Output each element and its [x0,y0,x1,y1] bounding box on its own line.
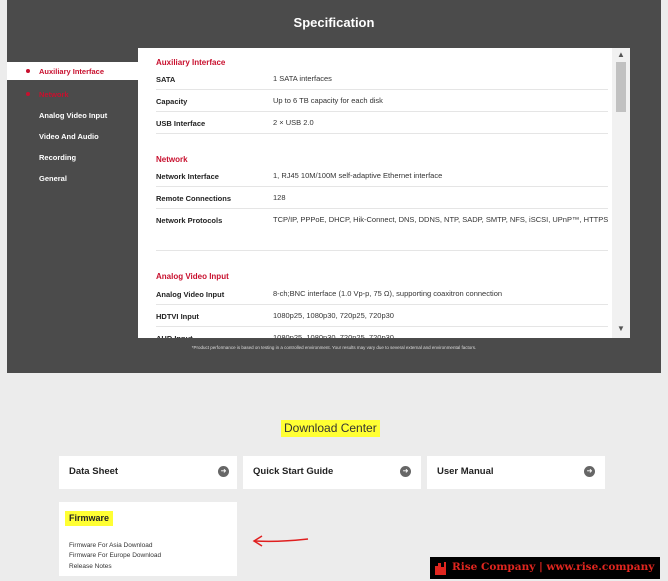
scrollbar-thumb[interactable] [616,62,626,112]
spec-value: 1, RJ45 10M/100M self-adaptive Ethernet … [273,171,443,180]
rise-company-watermark: Rise Company | www.rise.company [430,557,660,579]
spec-row-remote-connections: Remote Connections 128 [156,187,608,209]
rise-company-logo-icon [435,562,446,575]
spec-value: 8-ch;BNC interface (1.0 Vp-p, 75 Ω), sup… [273,289,503,298]
spec-row-usb-interface: USB Interface 2 × USB 2.0 [156,112,608,134]
card-label: Data Sheet [69,466,119,477]
spec-value: 1080p25, 1080p30, 720p25, 720p30 [273,333,394,338]
annotation-arrow-icon [252,535,309,547]
nav-item-general[interactable]: General [7,169,138,187]
nav-item-label: Auxiliary Interface [39,67,105,76]
spec-value: 1 SATA interfaces [273,74,332,83]
data-sheet-card[interactable]: Data Sheet ➜ [59,456,237,489]
nav-item-network[interactable]: Network [7,85,138,103]
spec-value: 128 [273,193,286,202]
spec-key: Capacity [156,97,188,106]
spec-key: Network Protocols [156,216,223,225]
spec-key: AHD Input [156,334,193,338]
section-heading-auxiliary-interface: Auxiliary Interface [156,58,226,67]
spec-row-network-protocols: Network Protocols TCP/IP, PPPoE, DHCP, H… [156,209,608,251]
bullet-icon [26,92,30,96]
firmware-title: Firmware [65,511,114,526]
arrow-right-icon[interactable]: ➜ [400,466,411,477]
specification-table[interactable]: Auxiliary Interface SATA 1 SATA interfac… [138,48,630,338]
nav-item-auxiliary-interface[interactable]: Auxiliary Interface [7,62,138,80]
firmware-asia-download-link[interactable]: Firmware For Asia Download [69,542,152,549]
active-bullet-icon [26,69,30,73]
scroll-up-arrow-icon[interactable]: ▲ [612,50,630,60]
nav-item-analog-video-input[interactable]: Analog Video Input [7,106,138,124]
card-label: Quick Start Guide [253,466,334,477]
nav-item-video-and-audio[interactable]: Video And Audio [7,127,138,145]
nav-item-label: General [39,174,67,183]
arrow-right-icon[interactable]: ➜ [584,466,595,477]
release-notes-link[interactable]: Release Notes [69,563,112,570]
spec-key: Remote Connections [156,194,232,203]
section-heading-network: Network [156,155,188,164]
arrow-right-icon[interactable]: ➜ [218,466,229,477]
spec-scrollbar[interactable]: ▲ ▼ [612,48,630,338]
spec-row-network-interface: Network Interface 1, RJ45 10M/100M self-… [156,165,608,187]
nav-item-label: Recording [39,153,77,162]
scroll-down-arrow-icon[interactable]: ▼ [612,324,630,334]
firmware-europe-download-link[interactable]: Firmware For Europe Download [69,552,161,559]
specification-panel: Specification Auxiliary Interface Networ… [7,0,661,373]
user-manual-card[interactable]: User Manual ➜ [427,456,605,489]
nav-item-label: Analog Video Input [39,111,108,120]
card-label: User Manual [437,466,494,477]
firmware-card: Firmware Firmware For Asia Download Firm… [59,502,237,576]
spec-value: TCP/IP, PPPoE, DHCP, Hik-Connect, DNS, D… [273,215,609,224]
quick-start-guide-card[interactable]: Quick Start Guide ➜ [243,456,421,489]
spec-value: Up to 6 TB capacity for each disk [273,96,383,105]
spec-row-hdtvi-input: HDTVI Input 1080p25, 1080p30, 720p25, 72… [156,305,608,327]
watermark-text: Rise Company | www.rise.company [452,561,655,573]
spec-row-ahd-input: AHD Input 1080p25, 1080p30, 720p25, 720p… [156,327,608,338]
spec-row-analog-video-input: Analog Video Input 8-ch;BNC interface (1… [156,283,608,305]
spec-key: HDTVI Input [156,312,199,321]
spec-value: 2 × USB 2.0 [273,118,314,127]
spec-key: Analog Video Input [156,290,225,299]
spec-row-capacity: Capacity Up to 6 TB capacity for each di… [156,90,608,112]
spec-key: SATA [156,75,176,84]
spec-key: USB Interface [156,119,206,128]
download-center-title: Download Center [281,420,380,437]
spec-row-sata: SATA 1 SATA interfaces [156,68,608,90]
nav-item-label: Video And Audio [39,132,99,141]
section-heading-analog-video-input: Analog Video Input [156,272,229,281]
spec-footnote: *Product performance is based on testing… [191,345,477,350]
specification-title: Specification [293,15,375,30]
nav-item-recording[interactable]: Recording [7,148,138,166]
spec-value: 1080p25, 1080p30, 720p25, 720p30 [273,311,394,320]
nav-item-label: Network [39,90,69,99]
spec-key: Network Interface [156,172,219,181]
